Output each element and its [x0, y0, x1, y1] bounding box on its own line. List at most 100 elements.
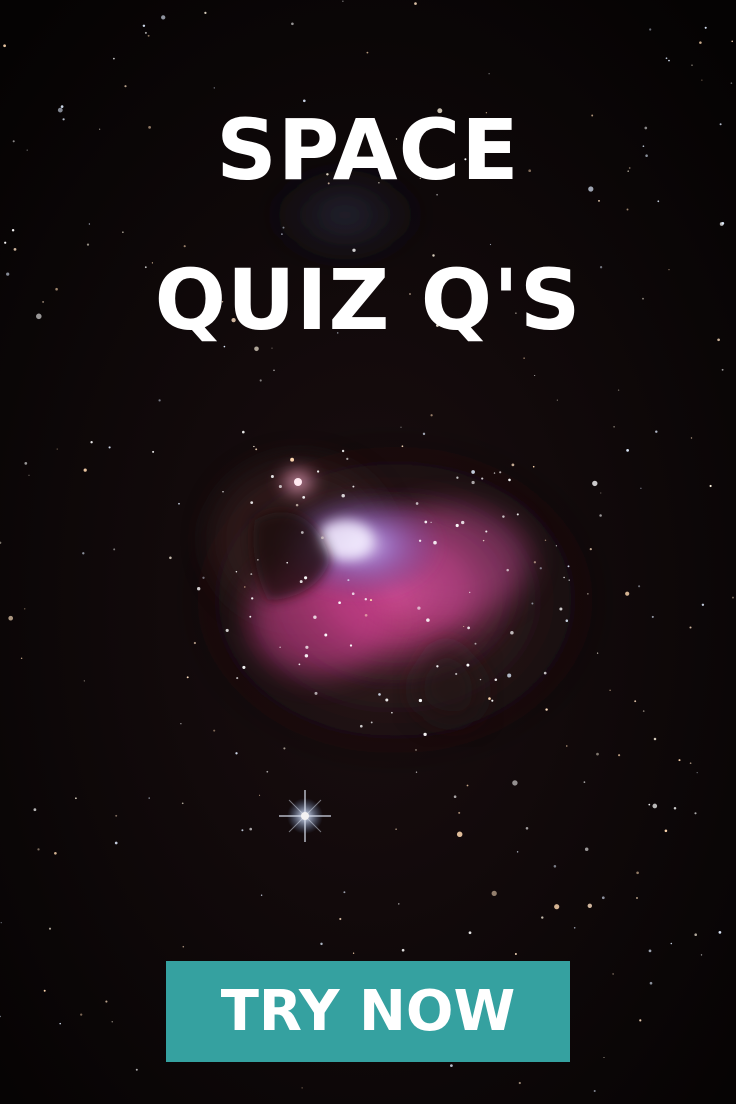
star — [665, 57, 668, 60]
star — [178, 502, 180, 505]
star — [430, 521, 432, 523]
star — [401, 948, 405, 952]
star — [609, 689, 611, 691]
star — [573, 927, 576, 929]
star — [423, 732, 427, 737]
star — [324, 633, 328, 637]
star — [491, 890, 497, 897]
star — [148, 797, 150, 799]
star — [694, 933, 697, 936]
try-now-button[interactable]: TRY NOW — [166, 961, 570, 1062]
star — [302, 496, 306, 499]
star — [415, 749, 417, 751]
star — [639, 1019, 642, 1022]
star — [259, 794, 261, 796]
star — [266, 770, 269, 773]
star — [343, 891, 346, 894]
star — [424, 520, 428, 524]
star — [426, 618, 430, 622]
star — [33, 808, 37, 812]
star — [673, 806, 677, 810]
star — [543, 671, 547, 675]
star — [202, 576, 205, 579]
star — [566, 745, 568, 747]
star — [304, 654, 309, 658]
star — [466, 784, 469, 787]
star — [283, 747, 286, 750]
headline-line-1: SPACE — [216, 101, 520, 199]
star — [400, 426, 402, 428]
star — [364, 613, 368, 617]
star — [471, 470, 475, 474]
star — [54, 851, 57, 855]
star — [364, 598, 367, 601]
star — [352, 952, 355, 954]
star — [0, 922, 2, 924]
star — [612, 973, 614, 975]
star — [236, 677, 239, 680]
star — [180, 723, 182, 725]
star — [56, 448, 58, 450]
star — [499, 471, 502, 474]
star — [466, 663, 470, 667]
star — [235, 570, 238, 573]
star — [122, 231, 124, 233]
star — [453, 795, 457, 798]
star — [250, 501, 254, 504]
star — [721, 368, 724, 371]
star — [108, 446, 111, 449]
star — [642, 710, 645, 712]
star — [699, 41, 702, 44]
star — [539, 567, 542, 570]
star — [135, 1068, 138, 1071]
star — [241, 829, 244, 832]
star — [678, 759, 681, 762]
star — [20, 657, 23, 660]
star — [518, 1081, 521, 1085]
star — [193, 641, 197, 645]
star — [253, 445, 255, 448]
star — [532, 465, 535, 468]
star — [461, 520, 465, 525]
headline-line-2: QUIZ Q'S — [154, 251, 582, 349]
star — [88, 223, 91, 225]
star — [182, 945, 185, 948]
star — [213, 729, 216, 732]
star — [436, 665, 439, 668]
star — [598, 199, 600, 202]
star — [670, 942, 673, 945]
star — [24, 462, 28, 465]
star — [342, 0, 344, 2]
star — [599, 514, 602, 517]
star — [689, 762, 692, 765]
star — [456, 831, 463, 838]
star — [183, 245, 186, 248]
star — [668, 59, 670, 62]
star — [244, 586, 246, 588]
star — [169, 556, 172, 560]
star — [455, 523, 459, 528]
star — [468, 931, 472, 935]
star — [113, 548, 116, 551]
star — [458, 811, 461, 814]
star — [450, 1064, 453, 1067]
star — [59, 1022, 61, 1025]
star — [456, 476, 459, 479]
star — [401, 445, 404, 448]
star — [596, 752, 599, 756]
star — [222, 491, 224, 493]
star — [584, 847, 589, 852]
star — [649, 28, 652, 31]
star — [563, 576, 565, 579]
star — [648, 803, 651, 806]
star — [270, 475, 274, 478]
star — [300, 531, 304, 534]
star — [625, 591, 630, 596]
star — [648, 949, 652, 953]
star — [113, 57, 115, 60]
star — [701, 603, 705, 606]
star — [301, 1087, 303, 1089]
star — [257, 559, 259, 561]
star — [346, 457, 349, 461]
star — [48, 927, 52, 930]
